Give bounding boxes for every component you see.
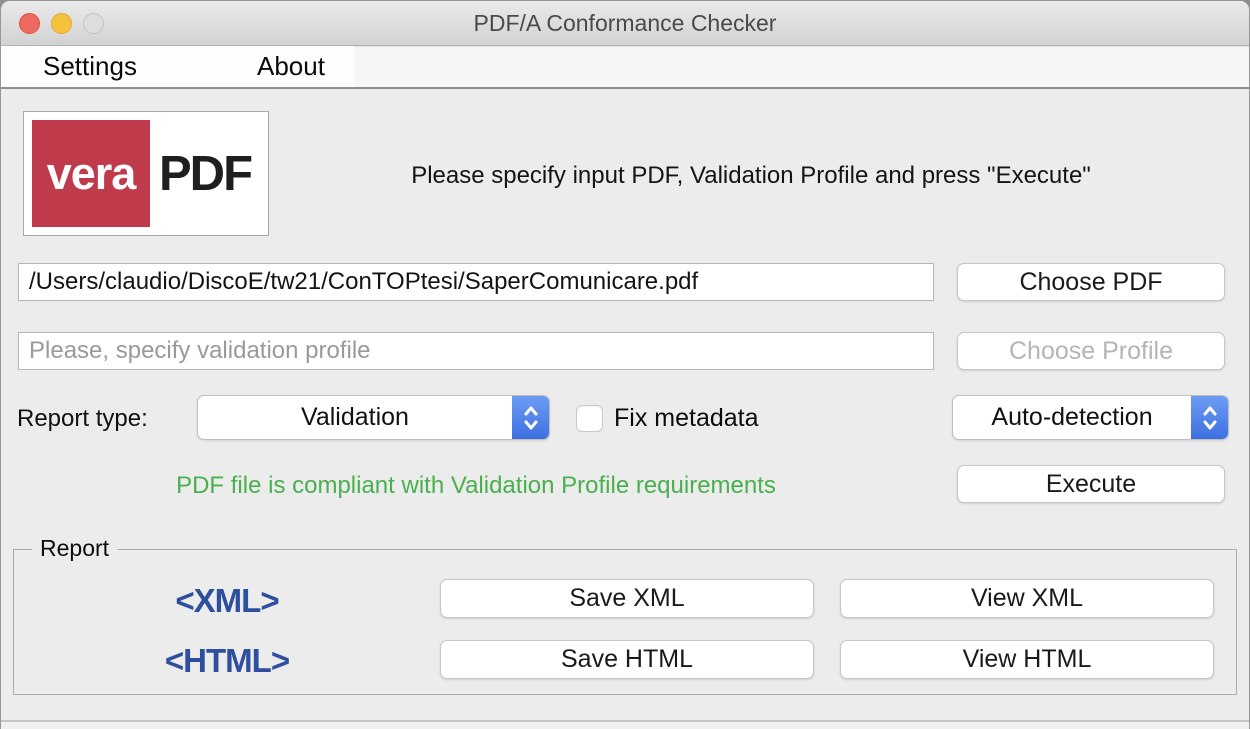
verapdf-logo: vera PDF — [23, 111, 269, 236]
chevron-updown-icon — [512, 396, 549, 439]
window-bottom-strip — [1, 722, 1249, 729]
logo-vera-text: vera — [32, 120, 150, 227]
report-groupbox: Report <XML> Save XML View XML <HTML> Sa… — [13, 549, 1237, 695]
logo-pdf-text: PDF — [150, 120, 260, 227]
save-xml-button[interactable]: Save XML — [440, 579, 814, 618]
fix-metadata-checkbox[interactable] — [576, 405, 603, 432]
fix-metadata-label: Fix metadata — [614, 396, 759, 441]
titlebar: PDF/A Conformance Checker — [1, 1, 1249, 46]
html-tag-label: <HTML> — [27, 642, 427, 680]
menubar-filler — [355, 46, 1249, 87]
report-type-label: Report type: — [17, 396, 148, 441]
report-legend: Report — [32, 535, 117, 562]
view-xml-button[interactable]: View XML — [840, 579, 1214, 618]
flavour-select[interactable]: Auto-detection — [952, 395, 1229, 440]
chevron-updown-icon — [1191, 396, 1228, 439]
menubar: Settings About — [1, 46, 1249, 89]
report-type-value: Validation — [198, 396, 512, 439]
execute-button[interactable]: Execute — [957, 465, 1225, 503]
pdf-path-input[interactable] — [18, 263, 934, 301]
status-message: PDF file is compliant with Validation Pr… — [18, 472, 934, 500]
validation-profile-input[interactable] — [18, 332, 934, 370]
flavour-value: Auto-detection — [953, 396, 1191, 439]
app-window: PDF/A Conformance Checker Settings About… — [0, 0, 1250, 729]
report-type-select[interactable]: Validation — [197, 395, 550, 440]
xml-tag-label: <XML> — [27, 582, 427, 620]
save-html-button[interactable]: Save HTML — [440, 640, 814, 679]
view-html-button[interactable]: View HTML — [840, 640, 1214, 679]
menu-item-about[interactable]: About — [251, 46, 331, 87]
instruction-text: Please specify input PDF, Validation Pro… — [281, 162, 1221, 190]
window-title: PDF/A Conformance Checker — [1, 1, 1249, 46]
choose-pdf-button[interactable]: Choose PDF — [957, 263, 1225, 301]
choose-profile-button[interactable]: Choose Profile — [957, 332, 1225, 370]
menu-item-settings[interactable]: Settings — [37, 46, 143, 87]
